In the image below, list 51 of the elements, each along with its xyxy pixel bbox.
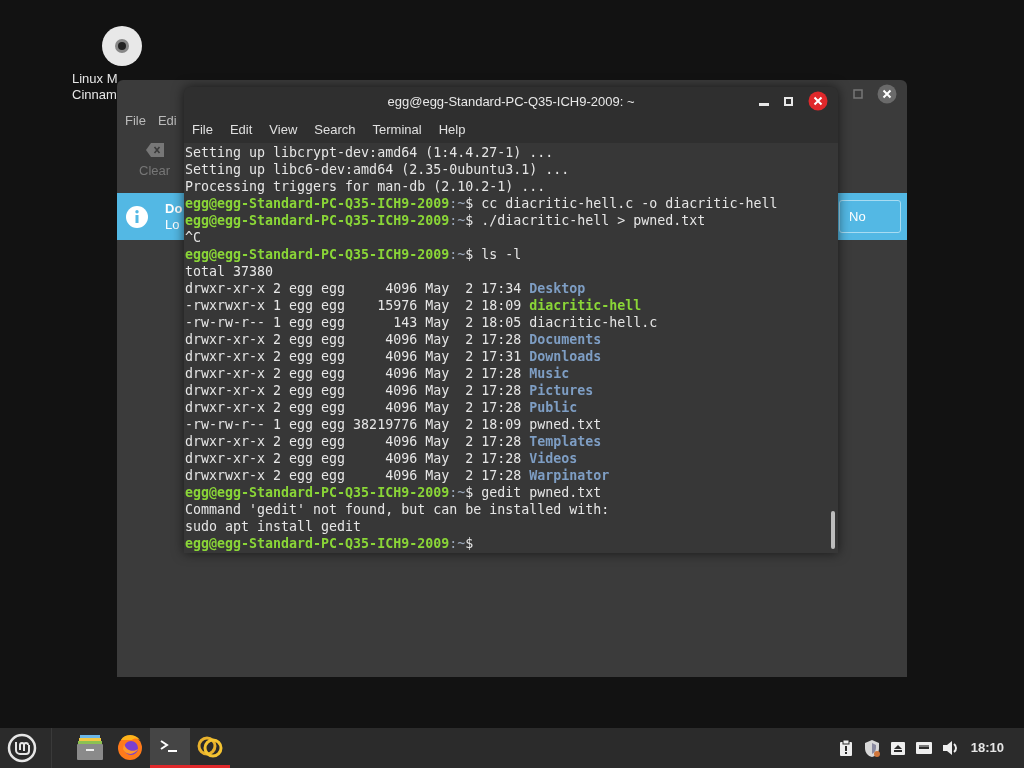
menu-item[interactable]: Terminal <box>372 119 422 140</box>
minimize-icon[interactable] <box>759 102 769 106</box>
terminal-line: Setting up libc6-dev:amd64 (2.35-0ubuntu3.1) ... <box>185 161 570 178</box>
terminal-line: -rw-rw-r-- 1 egg egg 143 May 2 18:05 diacritic-hell.c <box>185 314 658 331</box>
terminal-line: drwxr-xr-x 2 egg egg 4096 May 2 17:28 Pictures <box>185 382 594 399</box>
terminal-line: drwxrwxr-x 2 egg egg 4096 May 2 17:28 Warpinator <box>185 467 610 484</box>
terminal-line: drwxr-xr-x 2 egg egg 4096 May 2 17:28 Documents <box>185 331 602 348</box>
menu-item[interactable]: File <box>192 119 213 140</box>
terminal-line: -rw-rw-r-- 1 egg egg 38219776 May 2 18:09 pwned.txt <box>185 416 602 433</box>
close-icon[interactable] <box>877 84 897 104</box>
terminal-line: drwxr-xr-x 2 egg egg 4096 May 2 17:28 Music <box>185 365 570 382</box>
menu-item[interactable]: Search <box>314 119 356 140</box>
close-icon[interactable] <box>808 91 828 111</box>
menu-item[interactable]: View <box>269 119 298 140</box>
backspace-icon <box>145 143 164 158</box>
terminal-line: drwxr-xr-x 2 egg egg 4096 May 2 17:28 Videos <box>185 450 578 467</box>
terminal-line: egg@egg-Standard-PC-Q35-ICH9-2009:~$ gedit pwned.txt <box>185 484 602 501</box>
info-title: Do <box>165 200 183 217</box>
taskbar-app-button[interactable] <box>150 728 190 768</box>
shield-icon[interactable] <box>862 739 881 757</box>
info-text: Lo <box>165 216 181 233</box>
desktop-icon-label[interactable]: Linux M <box>72 71 118 87</box>
terminal-line: egg@egg-Standard-PC-Q35-ICH9-2009:~$ cc diacritic-hell.c -o diacritic-hell <box>185 195 778 212</box>
scrollbar-thumb[interactable] <box>831 511 835 549</box>
terminal-line: Processing triggers for man-db (2.10.2-1) ... <box>185 178 546 195</box>
terminal-line: drwxr-xr-x 2 egg egg 4096 May 2 17:31 Downloads <box>185 348 602 365</box>
mint-logo-icon[interactable] <box>7 733 37 763</box>
volume-icon[interactable] <box>940 739 959 757</box>
terminal-line: drwxr-xr-x 2 egg egg 4096 May 2 17:28 Templates <box>185 433 602 450</box>
terminal-line: total 37380 <box>185 263 274 280</box>
terminal-line: egg@egg-Standard-PC-Q35-ICH9-2009:~$ ls -l <box>185 246 522 263</box>
network-icon[interactable] <box>914 739 933 757</box>
menu-item[interactable]: Help <box>438 119 466 140</box>
terminal-line: egg@egg-Standard-PC-Q35-ICH9-2009:~$ <box>185 535 474 552</box>
terminal-line: Setting up libcrypt-dev:amd64 (1:4.4.27-1) ... <box>185 144 554 161</box>
terminal-line: Command 'gedit' not found, but can be installed with: <box>185 501 610 518</box>
terminal-line: egg@egg-Standard-PC-Q35-ICH9-2009:~$ ./diacritic-hell > pwned.txt <box>185 212 706 229</box>
menu-item[interactable]: Edit <box>229 119 253 140</box>
terminal-line: drwxr-xr-x 2 egg egg 4096 May 2 17:28 Public <box>185 399 578 416</box>
menu-item[interactable]: File <box>125 111 146 131</box>
disc-icon[interactable] <box>101 25 143 67</box>
terminal-line: sudo apt install gedit <box>185 518 362 535</box>
terminal-line: drwxr-xr-x 2 egg egg 4096 May 2 17:34 Desktop <box>185 280 586 297</box>
menu-item[interactable]: Edi <box>157 111 177 131</box>
terminal-line: -rwxrwxr-x 1 egg egg 15976 May 2 18:09 diacritic-hell <box>185 297 642 314</box>
info-icon <box>125 204 149 229</box>
terminal-line: ^C <box>185 229 201 246</box>
eject-icon[interactable] <box>888 739 907 757</box>
window-title: egg@egg-Standard-PC-Q35-ICH9-2009: ~ <box>387 92 635 111</box>
clock[interactable]: 18:10 <box>970 738 1004 758</box>
desktop-icon-label[interactable]: Cinnam <box>72 87 118 103</box>
